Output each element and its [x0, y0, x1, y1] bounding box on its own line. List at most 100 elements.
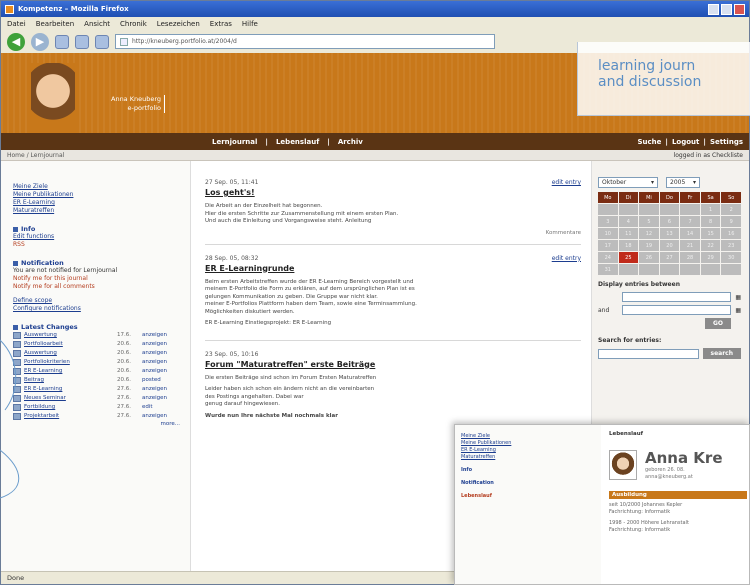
- change-row[interactable]: Projektarbeit 27.6. anzeigen: [13, 412, 184, 421]
- calendar-day[interactable]: 4: [618, 216, 639, 227]
- change-action[interactable]: anzeigen: [142, 358, 167, 367]
- breadcrumb-path[interactable]: Home / Lernjournal: [7, 152, 64, 159]
- year-select[interactable]: 2005 ▾: [666, 177, 700, 188]
- calendar-day[interactable]: 15: [700, 228, 721, 239]
- change-row[interactable]: Beitrag 20.6. posted: [13, 376, 184, 385]
- define-scope-link[interactable]: Define scope: [13, 297, 184, 305]
- change-action[interactable]: anzeigen: [142, 349, 167, 358]
- change-action[interactable]: anzeigen: [142, 340, 167, 349]
- date-to-input[interactable]: [622, 305, 732, 315]
- home-icon[interactable]: [95, 34, 109, 49]
- minimize-icon[interactable]: [708, 3, 719, 15]
- sidebar-link-elearning[interactable]: ER E-Learning: [13, 199, 184, 207]
- sidebar-link-goals[interactable]: Meine Ziele: [13, 183, 184, 191]
- title-bar[interactable]: Kompetenz – Mozilla Firefox: [1, 1, 749, 17]
- rss-label[interactable]: RSS: [13, 241, 184, 249]
- calendar-day[interactable]: 19: [639, 240, 659, 251]
- configure-notifications-link[interactable]: Configure notifications: [13, 305, 184, 313]
- date-from-input[interactable]: [622, 292, 732, 302]
- change-title[interactable]: Auswertung: [24, 331, 114, 340]
- calendar-icon[interactable]: ▦: [735, 294, 741, 301]
- menu-help[interactable]: Hilfe: [242, 20, 258, 28]
- change-row[interactable]: Portfoliokriterien 20.6. anzeigen: [13, 358, 184, 367]
- nav-lernjournal[interactable]: Lernjournal: [212, 138, 257, 146]
- calendar-day[interactable]: 10: [598, 228, 618, 239]
- menu-view[interactable]: Ansicht: [84, 20, 110, 28]
- calendar-day[interactable]: 12: [639, 228, 659, 239]
- change-title[interactable]: Auswertung: [24, 349, 114, 358]
- change-title[interactable]: Portfolioarbeit: [24, 340, 114, 349]
- changes-more-link[interactable]: more...: [13, 421, 184, 427]
- change-action[interactable]: anzeigen: [142, 394, 167, 403]
- menu-history[interactable]: Chronik: [120, 20, 147, 28]
- comments-link[interactable]: Kommentare: [205, 230, 581, 236]
- calendar-day[interactable]: 30: [721, 252, 741, 263]
- change-row[interactable]: Neues Seminar 27.6. anzeigen: [13, 394, 184, 403]
- change-title[interactable]: Projektarbeit: [24, 412, 114, 421]
- month-select[interactable]: Oktober ▾: [598, 177, 658, 188]
- calendar-day[interactable]: 26: [639, 252, 659, 263]
- calendar-day[interactable]: 3: [598, 216, 618, 227]
- calendar-day[interactable]: 22: [700, 240, 721, 251]
- nav-archiv[interactable]: Archiv: [338, 138, 363, 146]
- nav-logout[interactable]: Logout: [672, 138, 699, 146]
- back-button[interactable]: ◀: [7, 32, 25, 51]
- change-action[interactable]: anzeigen: [142, 331, 167, 340]
- entry-title[interactable]: Forum "Maturatreffen" erste Beiträge: [205, 360, 581, 369]
- change-row[interactable]: Auswertung 17.6. anzeigen: [13, 331, 184, 340]
- menu-file[interactable]: Datei: [7, 20, 26, 28]
- calendar-day[interactable]: 17: [598, 240, 618, 251]
- address-bar[interactable]: http://kneuberg.portfolio.at/2004/d: [115, 34, 495, 49]
- change-row[interactable]: Fortbildung 27.6. edit: [13, 403, 184, 412]
- change-action[interactable]: anzeigen: [142, 385, 167, 394]
- change-title[interactable]: ER E-Learning: [24, 385, 114, 394]
- menu-bookmarks[interactable]: Lesezeichen: [157, 20, 200, 28]
- search-button[interactable]: search: [702, 348, 741, 359]
- calendar-day[interactable]: 18: [618, 240, 639, 251]
- calendar-day[interactable]: 2: [721, 204, 741, 215]
- calendar-day[interactable]: 23: [721, 240, 741, 251]
- change-action[interactable]: anzeigen: [142, 367, 167, 376]
- maximize-icon[interactable]: [721, 3, 732, 15]
- notify-link-comments[interactable]: Notify me for all comments: [13, 283, 184, 291]
- close-icon[interactable]: [734, 3, 745, 15]
- menu-tools[interactable]: Extras: [210, 20, 232, 28]
- change-title[interactable]: ER E-Learning: [24, 367, 114, 376]
- nav-lebenslauf[interactable]: Lebenslauf: [276, 138, 319, 146]
- nav-suche[interactable]: Suche: [638, 138, 662, 146]
- calendar-day[interactable]: 16: [721, 228, 741, 239]
- calendar-day[interactable]: 5: [639, 216, 659, 227]
- change-row[interactable]: ER E-Learning 20.6. anzeigen: [13, 367, 184, 376]
- calendar-day[interactable]: 9: [721, 216, 741, 227]
- calendar-day[interactable]: 28: [680, 252, 700, 263]
- edit-entry-link[interactable]: edit entry: [552, 255, 581, 262]
- forward-button[interactable]: ▶: [31, 32, 49, 51]
- change-row[interactable]: Portfolioarbeit 20.6. anzeigen: [13, 340, 184, 349]
- calendar-day[interactable]: 31: [598, 264, 618, 275]
- calendar-day[interactable]: 14: [680, 228, 700, 239]
- entry-title[interactable]: ER E-Learningrunde: [205, 264, 581, 273]
- change-title[interactable]: Portfoliokriterien: [24, 358, 114, 367]
- calendar-day[interactable]: 20: [659, 240, 680, 251]
- entry-title[interactable]: Los geht's!: [205, 188, 581, 197]
- edit-functions-link[interactable]: Edit functions: [13, 233, 184, 241]
- calendar-day[interactable]: 29: [700, 252, 721, 263]
- calendar-day[interactable]: 11: [618, 228, 639, 239]
- reload-icon[interactable]: [55, 34, 69, 49]
- go-button[interactable]: GO: [704, 318, 731, 329]
- menu-edit[interactable]: Bearbeiten: [36, 20, 74, 28]
- calendar-day[interactable]: 25: [618, 252, 639, 263]
- change-title[interactable]: Fortbildung: [24, 403, 114, 412]
- calendar-day[interactable]: 1: [700, 204, 721, 215]
- change-title[interactable]: Neues Seminar: [24, 394, 114, 403]
- change-action[interactable]: anzeigen: [142, 412, 167, 421]
- change-row[interactable]: ER E-Learning 27.6. anzeigen: [13, 385, 184, 394]
- calendar-day[interactable]: 6: [659, 216, 680, 227]
- search-input[interactable]: [598, 348, 699, 359]
- notify-link-journal[interactable]: Notify me for this journal: [13, 275, 184, 283]
- calendar-day[interactable]: 24: [598, 252, 618, 263]
- calendar-day[interactable]: 21: [680, 240, 700, 251]
- change-row[interactable]: Auswertung 20.6. anzeigen: [13, 349, 184, 358]
- change-action[interactable]: edit: [142, 403, 153, 412]
- calendar-day[interactable]: 13: [659, 228, 680, 239]
